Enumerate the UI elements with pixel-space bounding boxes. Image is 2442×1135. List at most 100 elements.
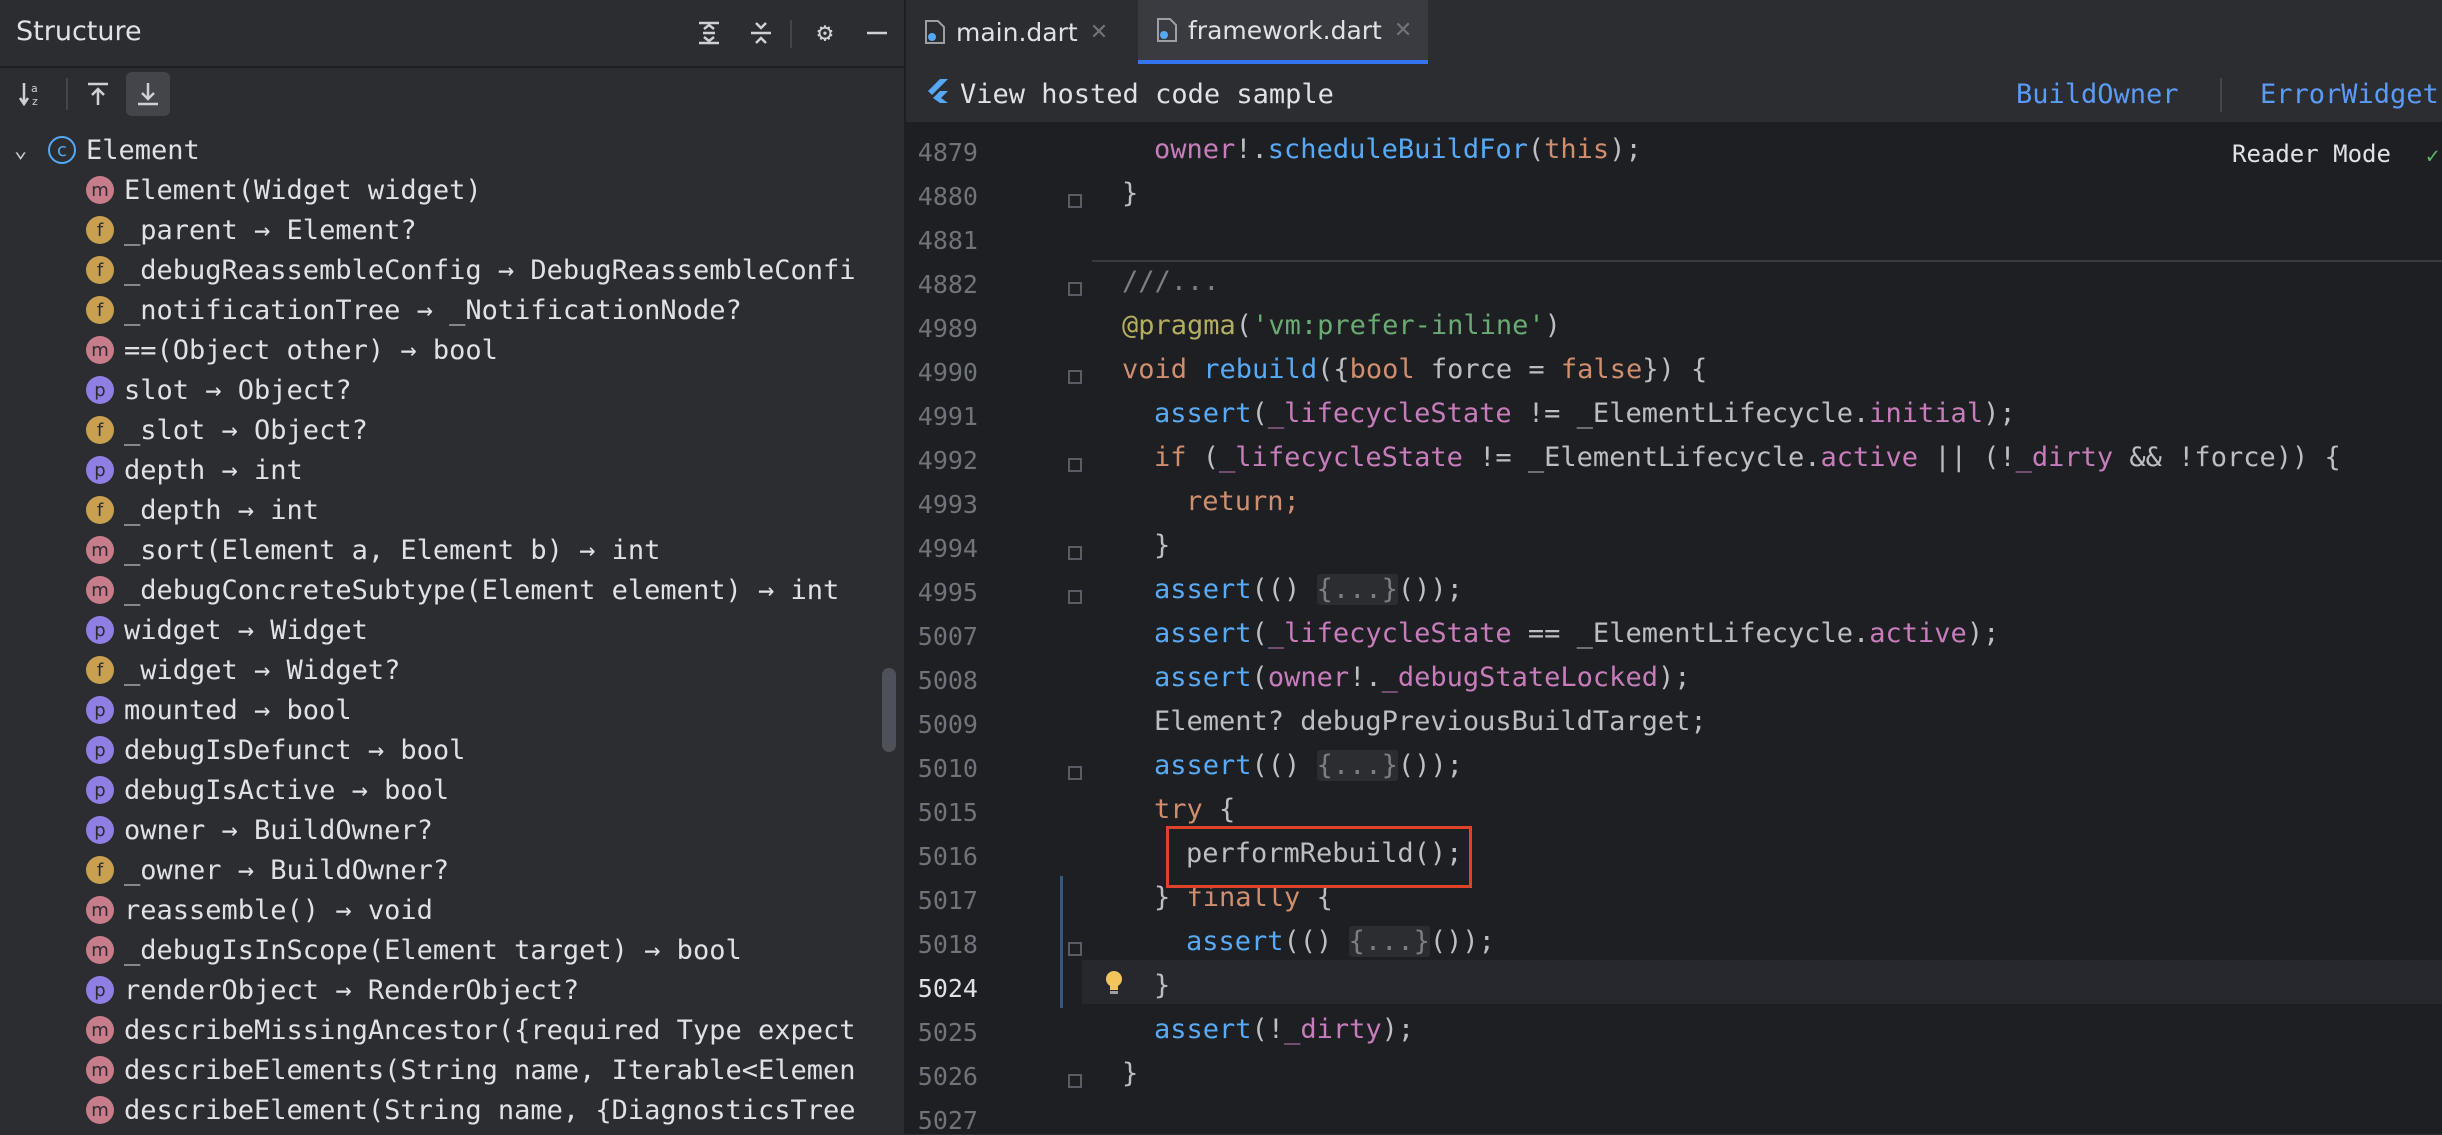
tree-item[interactable]: p owner → BuildOwner? <box>86 810 433 850</box>
tree-item[interactable]: m Element(Widget widget) <box>86 170 482 210</box>
fold-toggle-icon[interactable] <box>1068 942 1082 956</box>
fold-toggle-icon[interactable] <box>1068 546 1082 560</box>
code-line[interactable]: assert(!_dirty); <box>1154 1014 1414 1045</box>
code-line[interactable]: assert(_lifecycleState == _ElementLifecy… <box>1154 618 1999 649</box>
tree-item[interactable]: p widget → Widget <box>86 610 368 650</box>
tree-item[interactable]: p debugIsDefunct → bool <box>86 730 465 770</box>
structure-scrollbar[interactable] <box>882 668 896 752</box>
code-line[interactable]: try { <box>1154 794 1235 825</box>
code-sample-banner: View hosted code sample BuildOwner Error… <box>906 66 2442 124</box>
code-line[interactable]: owner!.scheduleBuildFor(this); <box>1154 134 1642 165</box>
line-number[interactable]: 4990 <box>906 358 978 387</box>
vcs-change-marker[interactable] <box>1060 876 1063 1008</box>
tree-item[interactable]: p renderObject → RenderObject? <box>86 970 579 1010</box>
line-number[interactable]: 5026 <box>906 1062 978 1091</box>
tree-item[interactable]: f _slot → Object? <box>86 410 368 450</box>
fold-toggle-icon[interactable] <box>1068 766 1082 780</box>
tree-item[interactable]: p mounted → bool <box>86 690 352 730</box>
code-line[interactable]: void rebuild({bool force = false}) { <box>1122 354 1707 385</box>
tree-item[interactable]: p slot → Object? <box>86 370 352 410</box>
fold-toggle-icon[interactable] <box>1068 194 1082 208</box>
fold-toggle-icon[interactable] <box>1068 590 1082 604</box>
line-number[interactable]: 5016 <box>906 842 978 871</box>
close-icon[interactable]: ✕ <box>1090 20 1108 45</box>
tree-item[interactable]: f _debugReassembleConfig → DebugReassembl… <box>86 250 856 290</box>
show-inherited-icon[interactable] <box>76 72 120 116</box>
fold-toggle-icon[interactable] <box>1068 1074 1082 1088</box>
line-number[interactable]: 4995 <box>906 578 978 607</box>
line-number[interactable]: 5015 <box>906 798 978 827</box>
tree-item[interactable]: m _debugIsInScope(Element target) → bool <box>86 930 742 970</box>
close-icon[interactable]: ✕ <box>1394 18 1412 43</box>
tree-item[interactable]: m describeMissingAncestor({required Type … <box>86 1010 856 1050</box>
tab-main-dart[interactable]: main.dart ✕ <box>906 0 1124 64</box>
tree-item[interactable]: f _notificationTree → _NotificationNode? <box>86 290 742 330</box>
toolbar-divider <box>66 78 68 110</box>
line-number[interactable]: 5017 <box>906 886 978 915</box>
tree-item[interactable]: m ==(Object other) → bool <box>86 330 498 370</box>
line-number[interactable]: 4879 <box>906 138 978 167</box>
reader-mode-toggle[interactable]: Reader Mode <box>2232 140 2391 168</box>
fold-toggle-icon[interactable] <box>1068 282 1082 296</box>
line-number[interactable]: 4992 <box>906 446 978 475</box>
line-number[interactable]: 5010 <box>906 754 978 783</box>
errorwidget-link[interactable]: ErrorWidget <box>2260 79 2439 110</box>
code-line[interactable]: assert(owner!._debugStateLocked); <box>1154 662 1690 693</box>
tree-item[interactable]: p debugIsActive → bool <box>86 770 449 810</box>
code-token: (() <box>1283 926 1349 957</box>
line-number[interactable]: 5007 <box>906 622 978 651</box>
code-line[interactable]: ///... <box>1122 266 1220 297</box>
line-number[interactable]: 5027 <box>906 1106 978 1135</box>
view-code-sample-link[interactable]: View hosted code sample <box>960 79 1334 110</box>
tree-item[interactable]: m _sort(Element a, Element b) → int <box>86 530 660 570</box>
line-number[interactable]: 4882 <box>906 270 978 299</box>
minimize-icon[interactable] <box>860 16 894 50</box>
tree-item[interactable]: m describeElement(String name, {Diagnosti… <box>86 1090 856 1130</box>
fold-toggle-icon[interactable] <box>1068 458 1082 472</box>
tree-item[interactable]: f _depth → int <box>86 490 319 530</box>
autoscroll-icon[interactable] <box>126 72 170 116</box>
code-line[interactable]: assert(_lifecycleState != _ElementLifecy… <box>1154 398 2016 429</box>
tree-item[interactable]: m _debugConcreteSubtype(Element element) … <box>86 570 839 610</box>
tree-item[interactable]: f _widget → Widget? <box>86 650 400 690</box>
tree-item[interactable]: f _owner → BuildOwner? <box>86 850 449 890</box>
line-number[interactable]: 4991 <box>906 402 978 431</box>
expand-all-icon[interactable] <box>692 16 726 50</box>
tree-item[interactable]: m describeElements(String name, Iterable<… <box>86 1050 856 1090</box>
code-line[interactable]: assert(() {...}()); <box>1154 750 1463 781</box>
code-token: bool <box>1349 354 1431 385</box>
code-line[interactable]: @pragma('vm:prefer-inline') <box>1122 310 1561 341</box>
tree-item[interactable]: m reassemble() → void <box>86 890 433 930</box>
code-line[interactable]: assert(() {...}()); <box>1186 926 1495 957</box>
line-number[interactable]: 5025 <box>906 1018 978 1047</box>
code-line[interactable]: } <box>1154 970 1170 1001</box>
code-line[interactable]: } <box>1154 530 1170 561</box>
code-line[interactable]: } <box>1122 1058 1138 1089</box>
lightbulb-icon[interactable] <box>1104 970 1124 996</box>
line-number[interactable]: 5008 <box>906 666 978 695</box>
chevron-down-icon[interactable]: ⌄ <box>14 138 42 163</box>
tree-item[interactable]: f _parent → Element? <box>86 210 417 250</box>
code-line[interactable]: Element? debugPreviousBuildTarget; <box>1154 706 1707 737</box>
tab-framework-dart[interactable]: framework.dart ✕ <box>1138 0 1429 64</box>
line-number[interactable]: 5009 <box>906 710 978 739</box>
line-number[interactable]: 4880 <box>906 182 978 211</box>
line-number[interactable]: 4993 <box>906 490 978 519</box>
line-number[interactable]: 5018 <box>906 930 978 959</box>
code-line[interactable]: } <box>1122 178 1138 209</box>
line-number[interactable]: 4989 <box>906 314 978 343</box>
collapse-all-icon[interactable] <box>744 16 778 50</box>
code-area[interactable]: 4879 4880 4881 4882 4989 4990 4991 4992 4993 4994… <box>906 124 2442 1135</box>
gear-icon[interactable]: ⚙ <box>808 16 842 50</box>
line-number[interactable]: 4994 <box>906 534 978 563</box>
code-line[interactable]: if (_lifecycleState != _ElementLifecycle… <box>1154 442 2341 473</box>
fold-toggle-icon[interactable] <box>1068 370 1082 384</box>
code-line[interactable]: return; <box>1186 486 1300 517</box>
line-number[interactable]: 4881 <box>906 226 978 255</box>
code-line[interactable]: assert(() {...}()); <box>1154 574 1463 605</box>
line-number[interactable]: 5024 <box>906 974 978 1003</box>
buildowner-link[interactable]: BuildOwner <box>2016 79 2179 110</box>
tree-item[interactable]: p depth → int <box>86 450 303 490</box>
sort-alpha-icon[interactable]: az <box>10 72 54 116</box>
tree-root-element[interactable]: ⌄ c Element <box>14 130 200 170</box>
